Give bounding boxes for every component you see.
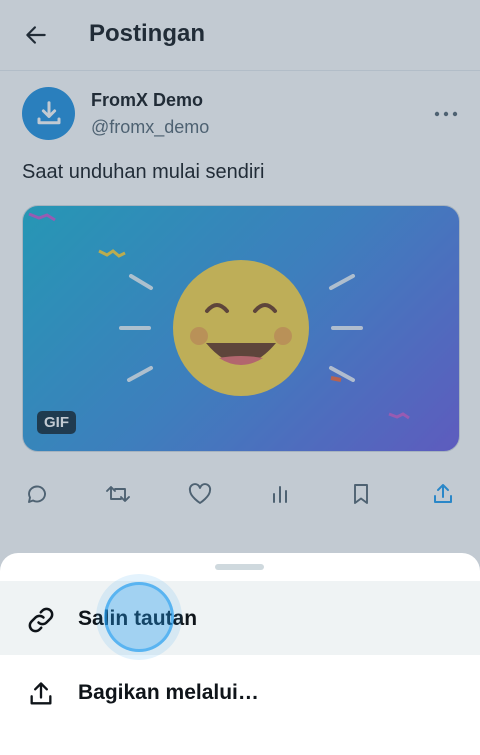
share-via-option[interactable]: Bagikan melalui…	[0, 655, 480, 729]
copy-link-option[interactable]: Salin tautan	[0, 581, 480, 655]
touch-indicator	[104, 582, 174, 652]
link-icon	[25, 604, 57, 636]
share-icon	[25, 678, 57, 710]
share-bottom-sheet: Salin tautan Bagikan melalui…	[0, 553, 480, 755]
sheet-grabber[interactable]	[215, 564, 264, 570]
share-via-label: Bagikan melalui…	[78, 681, 259, 704]
